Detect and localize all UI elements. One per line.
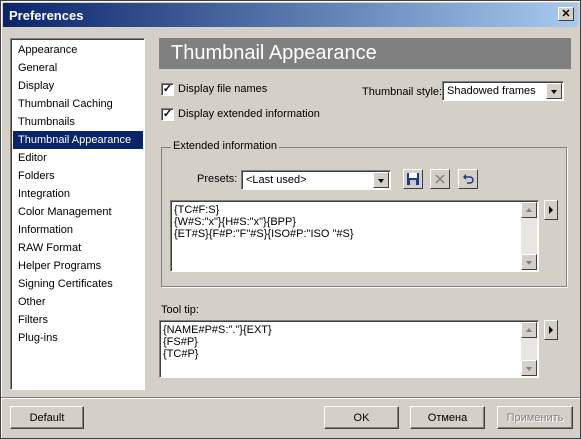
sidebar-item-raw-format[interactable]: RAW Format bbox=[13, 239, 143, 257]
sidebar-item-signing-certificates[interactable]: Signing Certificates bbox=[13, 275, 143, 293]
presets-select[interactable]: <Last used> bbox=[241, 170, 391, 190]
window-title: Preferences bbox=[9, 8, 84, 23]
insert-tooltip-field-button[interactable] bbox=[544, 320, 558, 340]
sidebar-item-appearance[interactable]: Appearance bbox=[13, 41, 143, 59]
extended-info-lines: {TC#F:S} {W#S:"x"}{H#S:"x"}{BPP} {ET#S}{F#… bbox=[174, 204, 354, 240]
extended-info-text[interactable]: {TC#F:S} {W#S:"x"}{H#S:"x"}{BPP} {ET#S}{F#… bbox=[170, 200, 539, 272]
sidebar-item-other[interactable]: Other bbox=[13, 293, 143, 311]
display-extended-info-label: Display extended information bbox=[178, 108, 320, 120]
ok-button[interactable]: OK bbox=[324, 406, 399, 429]
chevron-down-icon[interactable] bbox=[546, 83, 562, 99]
undo-icon bbox=[463, 174, 474, 184]
insert-field-button[interactable] bbox=[544, 200, 558, 220]
thumbnail-style-value: Shadowed frames bbox=[447, 85, 536, 97]
close-icon: ✕ bbox=[561, 7, 571, 20]
text-line: {TC#F:S} bbox=[174, 204, 220, 216]
sidebar-item-thumbnails[interactable]: Thumbnails bbox=[13, 113, 143, 131]
scroll-down-arrow-icon[interactable] bbox=[521, 360, 537, 376]
checkmark-icon: ✓ bbox=[162, 108, 173, 120]
presets-label: Presets: bbox=[197, 173, 238, 185]
tooltip-lines: {NAME#P#S:"."}{EXT} {FS#P} {TC#P} bbox=[163, 324, 272, 360]
sidebar-item-integration[interactable]: Integration bbox=[13, 185, 143, 203]
chevron-down-icon[interactable] bbox=[373, 172, 389, 188]
text-line: {TC#P} bbox=[163, 348, 199, 360]
scroll-down-arrow-icon[interactable] bbox=[521, 254, 537, 270]
thumbnail-style-label: Thumbnail style: bbox=[362, 86, 443, 98]
page-title: Thumbnail Appearance bbox=[171, 42, 377, 64]
sidebar-item-filters[interactable]: Filters bbox=[13, 311, 143, 329]
save-preset-button[interactable] bbox=[403, 169, 423, 189]
presets-value: <Last used> bbox=[246, 174, 307, 186]
display-extended-info-checkbox[interactable]: ✓ bbox=[161, 108, 174, 121]
extended-info-scrollbar[interactable] bbox=[521, 202, 537, 270]
title-bar[interactable]: Preferences ✕ bbox=[3, 3, 578, 27]
tooltip-label: Tool tip: bbox=[161, 304, 199, 316]
close-button[interactable]: ✕ bbox=[558, 7, 574, 21]
text-line: {W#S:"x"}{H#S:"x"}{BPP} bbox=[174, 216, 297, 228]
extended-info-legend: Extended information bbox=[171, 140, 279, 152]
tooltip-scrollbar[interactable] bbox=[521, 322, 537, 376]
display-file-names-label: Display file names bbox=[178, 83, 268, 95]
text-line: {ET#S}{F#P:"F"#S}{ISO#P:"ISO "#S} bbox=[174, 228, 354, 240]
sidebar-item-helper-programs[interactable]: Helper Programs bbox=[13, 257, 143, 275]
sidebar-item-plug-ins[interactable]: Plug-ins bbox=[13, 329, 143, 347]
apply-button[interactable]: Применить bbox=[497, 406, 573, 429]
x-icon bbox=[435, 174, 445, 184]
sidebar-item-display[interactable]: Display bbox=[13, 77, 143, 95]
preferences-dialog: Preferences ✕ Appearance General Display Th… bbox=[0, 0, 581, 439]
scroll-up-arrow-icon[interactable] bbox=[521, 322, 537, 338]
sidebar-item-thumbnail-appearance[interactable]: Thumbnail Appearance bbox=[13, 131, 143, 149]
panel-header: Thumbnail Appearance bbox=[159, 38, 571, 69]
text-line: {FS#P} bbox=[163, 336, 198, 348]
footer-divider bbox=[1, 397, 580, 399]
undo-preset-button[interactable] bbox=[458, 169, 478, 189]
delete-preset-button[interactable] bbox=[430, 169, 450, 189]
sidebar-item-color-management[interactable]: Color Management bbox=[13, 203, 143, 221]
sidebar-item-general[interactable]: General bbox=[13, 59, 143, 77]
category-list[interactable]: Appearance General Display Thumbnail Cachin… bbox=[10, 38, 145, 390]
scroll-up-arrow-icon[interactable] bbox=[521, 202, 537, 218]
thumbnail-style-select[interactable]: Shadowed frames bbox=[442, 81, 564, 101]
checkmark-icon: ✓ bbox=[162, 83, 173, 95]
floppy-disk-icon bbox=[407, 173, 419, 185]
default-button[interactable]: Default bbox=[10, 406, 84, 429]
tooltip-text[interactable]: {NAME#P#S:"."}{EXT} {FS#P} {TC#P} bbox=[159, 320, 539, 378]
sidebar-item-information[interactable]: Information bbox=[13, 221, 143, 239]
sidebar-item-folders[interactable]: Folders bbox=[13, 167, 143, 185]
sidebar-item-editor[interactable]: Editor bbox=[13, 149, 143, 167]
display-file-names-checkbox[interactable]: ✓ bbox=[161, 83, 174, 96]
sidebar-item-thumbnail-caching[interactable]: Thumbnail Caching bbox=[13, 95, 143, 113]
cancel-button[interactable]: Отмена bbox=[410, 406, 485, 429]
text-line: {NAME#P#S:"."}{EXT} bbox=[163, 324, 272, 336]
